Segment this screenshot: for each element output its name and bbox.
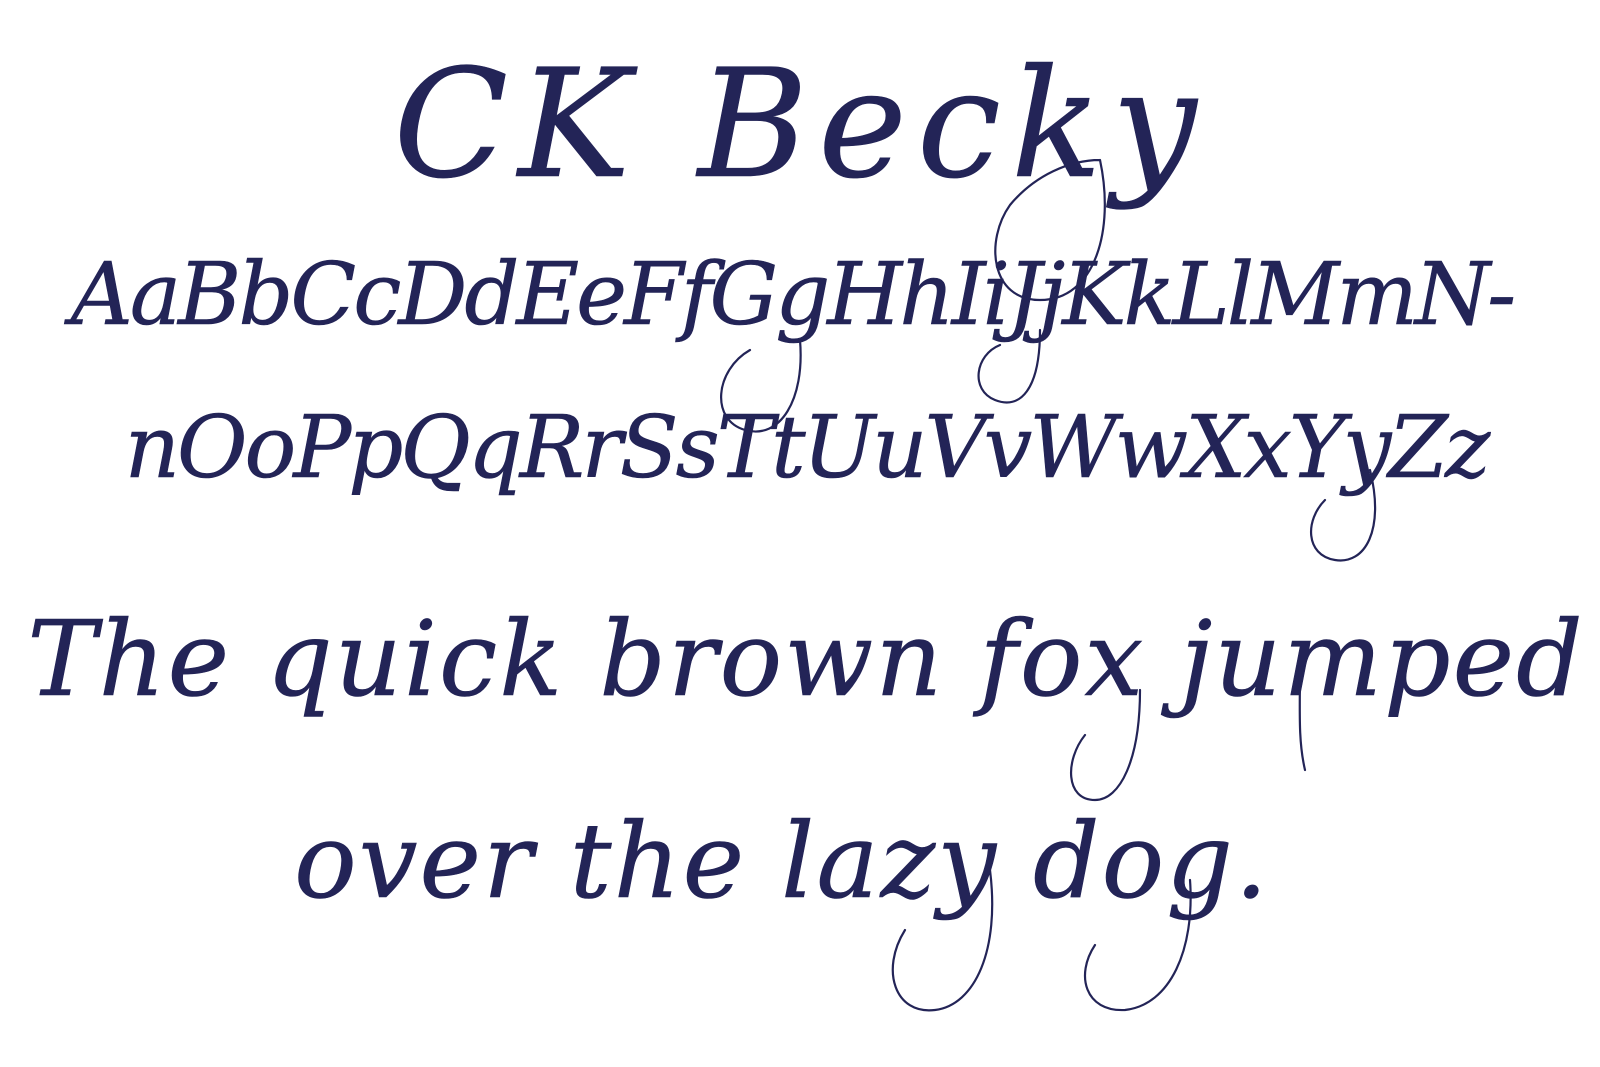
alphabet-line-1: AaBbCcDdEeFfGgHhIiJjKkLlMmN- [70, 245, 1516, 346]
pangram-line-2: over the lazy dog. [294, 800, 1270, 923]
alphabet-line-2: nOoPpQqRrSsTtUuVvWwXxYyZz [124, 398, 1490, 499]
pangram-line-1: The quick brown fox jumped [27, 598, 1585, 721]
font-specimen-sheet: CK Becky AaBbCcDdEeFfGgHhIiJjKkLlMmN- nO… [0, 0, 1600, 1067]
font-name-title: CK Becky [393, 38, 1207, 213]
